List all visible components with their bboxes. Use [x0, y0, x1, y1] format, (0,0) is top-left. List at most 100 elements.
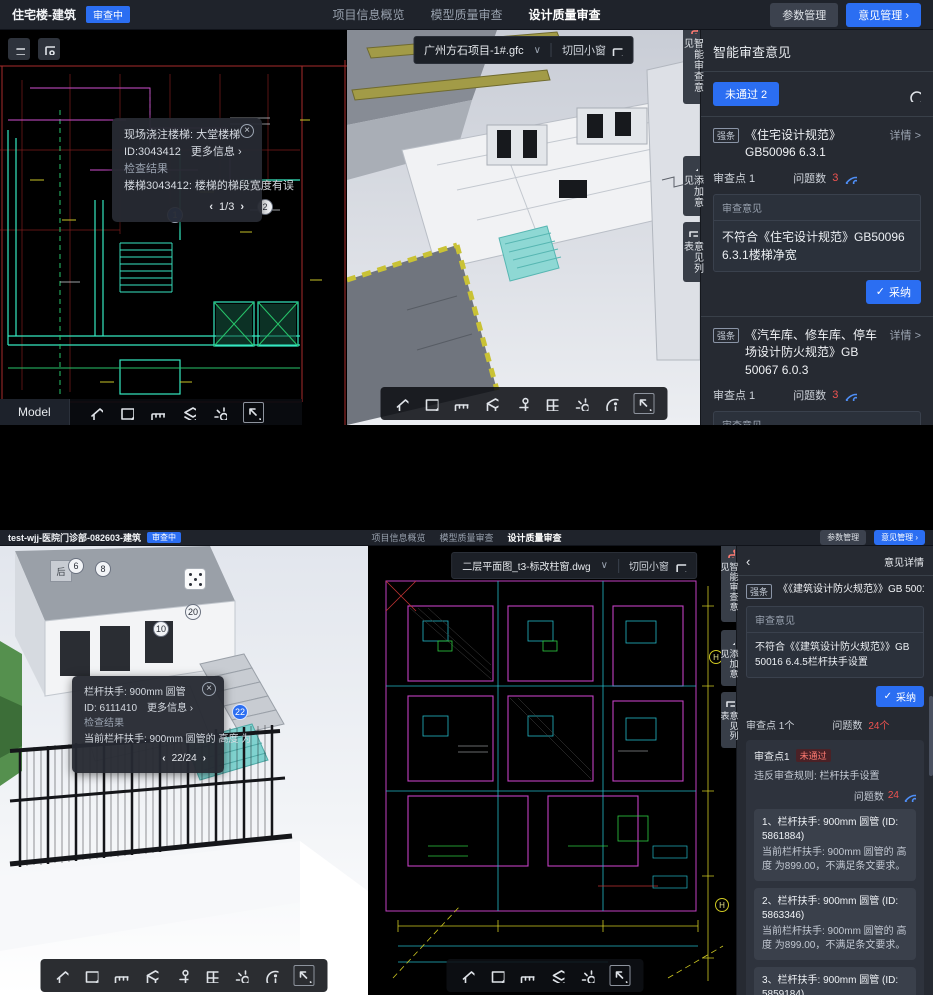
side-tab-smart-review[interactable]: 智能审查意见: [683, 18, 700, 104]
tab-model-quality[interactable]: 模型质量审查: [439, 531, 493, 544]
doc-title: 二层平面图_t3-标改柱窗.dwg: [462, 558, 590, 573]
eye-icon[interactable]: [844, 171, 857, 184]
detail-link[interactable]: 详情 >: [890, 327, 921, 343]
screen: 住宅楼-建筑 审查中 项目信息概览 模型质量审查 设计质量审查 参数管理 意见管…: [0, 0, 933, 995]
model-issue-tooltip: × 栏杆扶手: 900mm 圆管 ID: 6111410更多信息 › 检查结果 …: [72, 676, 224, 773]
issue-total: 24个: [868, 717, 889, 732]
settings-gear-icon[interactable]: [212, 405, 227, 420]
prev-page-icon[interactable]: ‹: [162, 753, 165, 764]
opinion-manage-button[interactable]: 意见管理 ›: [846, 3, 921, 27]
tab-project-info[interactable]: 项目信息概览: [371, 531, 425, 544]
home-icon[interactable]: [88, 405, 103, 420]
walkthrough-icon[interactable]: [174, 968, 189, 983]
chevron-down-icon[interactable]: ∨: [534, 45, 541, 56]
issue-count: 3: [832, 172, 838, 184]
side-tab-smart-review[interactable]: 智能审查意见: [721, 542, 736, 622]
issue-marker[interactable]: 22: [232, 704, 248, 720]
detail-link[interactable]: 详情 >: [890, 127, 921, 143]
tooltip-pager: 22/24: [172, 753, 197, 764]
model-tab[interactable]: Model: [0, 399, 70, 425]
cad-viewport[interactable]: H H 二层平面图_t3-标改柱窗.dwg ∨ 切回小窗: [368, 546, 736, 995]
issue-marker[interactable]: 8: [95, 561, 111, 577]
home-icon[interactable]: [393, 396, 408, 411]
side-tab-opinion-list[interactable]: 意见列表: [683, 222, 700, 282]
fullscreen-icon[interactable]: [243, 402, 264, 423]
close-icon[interactable]: ×: [240, 124, 254, 138]
next-page-icon[interactable]: ›: [240, 201, 244, 213]
settings-gear-icon[interactable]: [234, 968, 249, 983]
cad-drawing: [0, 30, 347, 425]
measure-icon[interactable]: [519, 968, 534, 983]
measure-icon[interactable]: [114, 968, 129, 983]
side-tab-add-opinion[interactable]: 添加意见: [683, 156, 700, 216]
drawing-list-button[interactable]: [38, 38, 60, 60]
tooltip-result: 当前栏杆扶手: 900mm 圆管的 高度 为: [84, 732, 212, 748]
layers-icon[interactable]: [181, 405, 196, 420]
home-icon[interactable]: [459, 968, 474, 983]
section-box-icon[interactable]: [483, 396, 498, 411]
fullscreen-icon[interactable]: [633, 393, 654, 414]
opinion-text: 不符合《住宅设计规范》GB50096 6.3.1楼梯净宽: [714, 221, 920, 271]
measure-icon[interactable]: [150, 405, 165, 420]
dice-view-widget[interactable]: [184, 568, 206, 590]
settings-gear-icon[interactable]: [579, 968, 594, 983]
switch-window-button[interactable]: 切回小窗: [562, 42, 623, 58]
bottom-app-window: test-wjj-医院门诊部-082603-建筑 审查中 项目信息概览 模型质量…: [0, 530, 933, 995]
problem-card[interactable]: 2、栏杆扶手: 900mm 圆管 (ID: 5863346)当前栏杆扶手: 90…: [754, 888, 916, 960]
zoom-select-icon[interactable]: [119, 405, 134, 420]
chevron-down-icon[interactable]: ∨: [601, 560, 608, 571]
tab-design-quality[interactable]: 设计质量审查: [508, 531, 562, 544]
review-rule-item: 强条 《汽车库、修车库、停车场设计防火规范》GB 50067 6.0.3 详情 …: [713, 317, 921, 425]
problem-card[interactable]: 1、栏杆扶手: 900mm 圆管 (ID: 5861884)当前栏杆扶手: 90…: [754, 809, 916, 881]
more-info-link[interactable]: 更多信息 ›: [147, 703, 193, 714]
zoom-select-icon[interactable]: [84, 968, 99, 983]
layer-menu-button[interactable]: [8, 38, 30, 60]
walkthrough-icon[interactable]: [513, 396, 528, 411]
back-icon[interactable]: ‹: [746, 554, 750, 569]
fullscreen-icon[interactable]: [609, 965, 630, 986]
component-list-icon[interactable]: [204, 968, 219, 983]
prev-page-icon[interactable]: ‹: [209, 201, 213, 213]
side-tab-add-opinion[interactable]: 添加意见: [721, 630, 736, 686]
component-list-icon[interactable]: [543, 396, 558, 411]
info-icon[interactable]: [603, 396, 618, 411]
opinion-manage-button[interactable]: 意见管理 ›: [874, 530, 925, 545]
issue-count: 24: [888, 790, 899, 801]
opinion-label: 审查意见: [747, 607, 923, 633]
zoom-select-icon[interactable]: [423, 396, 438, 411]
tab-project-info[interactable]: 项目信息概览: [332, 6, 404, 23]
next-page-icon[interactable]: ›: [203, 753, 206, 764]
accept-button[interactable]: ✓采纳: [866, 280, 921, 304]
info-icon[interactable]: [264, 968, 279, 983]
scrollbar[interactable]: [929, 696, 933, 776]
section-box-icon[interactable]: [144, 968, 159, 983]
zoom-select-icon[interactable]: [489, 968, 504, 983]
cad-viewport[interactable]: × 现场浇注楼梯: 大堂楼梯 ID:3043412更多信息 › 检查结果 楼梯3…: [0, 30, 347, 425]
param-manage-button[interactable]: 参数管理: [820, 530, 866, 545]
model-3d-viewport[interactable]: 广州方石项目-1#.gfc ∨ 切回小窗: [347, 30, 700, 425]
accept-button[interactable]: ✓采纳: [876, 686, 924, 707]
problem-card[interactable]: 3、栏杆扶手: 900mm 圆管 (ID: 5859184)当前栏杆扶手: 90…: [754, 967, 916, 995]
home-icon[interactable]: [54, 968, 69, 983]
issue-marker[interactable]: 20: [185, 604, 201, 620]
settings-gear-icon[interactable]: [573, 396, 588, 411]
issue-marker[interactable]: 6: [68, 558, 84, 574]
param-manage-button[interactable]: 参数管理: [770, 3, 838, 27]
opinion-text: 不符合《《建筑设计防火规范》》GB 50016 6.4.5栏杆扶手设置: [747, 633, 923, 677]
review-point: 审查点 1个: [746, 717, 794, 732]
close-icon[interactable]: ×: [202, 682, 216, 696]
model-3d-viewport[interactable]: 后 6 8 20 10 22 × 栏杆扶手: 900mm 圆管 ID: 6111…: [0, 546, 368, 995]
tab-design-quality[interactable]: 设计质量审查: [529, 6, 601, 23]
tab-model-quality[interactable]: 模型质量审查: [430, 6, 502, 23]
layers-icon[interactable]: [549, 968, 564, 983]
issue-marker[interactable]: 10: [153, 621, 169, 637]
measure-icon[interactable]: [453, 396, 468, 411]
eye-icon[interactable]: [903, 789, 916, 802]
fullscreen-icon[interactable]: [294, 965, 315, 986]
failed-filter-button[interactable]: 未通过 2: [713, 82, 779, 106]
eye-icon[interactable]: [844, 388, 857, 401]
search-icon[interactable]: [906, 87, 921, 102]
more-info-link[interactable]: 更多信息 ›: [191, 146, 242, 158]
switch-window-button[interactable]: 切回小窗: [629, 558, 686, 573]
side-tab-opinion-list[interactable]: 意见列表: [721, 692, 736, 748]
